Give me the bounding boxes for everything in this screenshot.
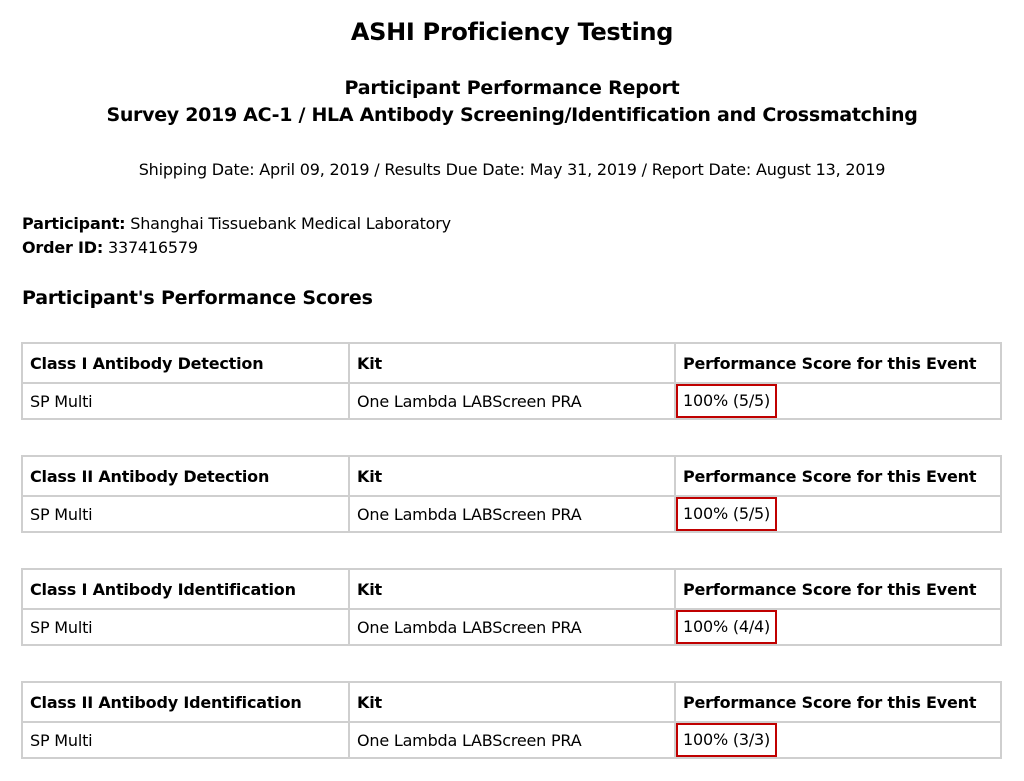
header-category: Class II Antibody Detection — [21, 455, 350, 497]
table-row: SP Multi One Lambda LABScreen PRA 100% (… — [21, 382, 1002, 420]
cell-method: SP Multi — [21, 608, 350, 646]
score-highlight: 100% (4/4) — [676, 610, 778, 644]
participant-name: Shanghai Tissuebank Medical Laboratory — [130, 214, 451, 233]
participant-label: Participant: — [22, 214, 126, 233]
score-table-class-i-detection: Class I Antibody Detection Kit Performan… — [21, 342, 1002, 420]
cell-method: SP Multi — [21, 721, 350, 759]
table-header-row: Class I Antibody Identification Kit Perf… — [21, 568, 1002, 610]
cell-kit: One Lambda LABScreen PRA — [348, 495, 676, 533]
scores-heading: Participant's Performance Scores — [22, 287, 373, 309]
table-header-row: Class II Antibody Detection Kit Performa… — [21, 455, 1002, 497]
score-highlight: 100% (5/5) — [676, 384, 778, 418]
header-category: Class II Antibody Identification — [21, 681, 350, 723]
cell-score: 100% (4/4) — [674, 608, 1002, 646]
table-header-row: Class II Antibody Identification Kit Per… — [21, 681, 1002, 723]
order-id-value: 337416579 — [107, 238, 198, 257]
table-row: SP Multi One Lambda LABScreen PRA 100% (… — [21, 495, 1002, 533]
participant-info: Participant: Shanghai Tissuebank Medical… — [22, 214, 451, 233]
header-score: Performance Score for this Event — [674, 342, 1002, 384]
cell-kit: One Lambda LABScreen PRA — [348, 608, 676, 646]
report-subtitle: Participant Performance Report — [344, 77, 680, 99]
table-header-row: Class I Antibody Detection Kit Performan… — [21, 342, 1002, 384]
cell-method: SP Multi — [21, 495, 350, 533]
score-table-class-ii-detection: Class II Antibody Detection Kit Performa… — [21, 455, 1002, 533]
cell-score: 100% (3/3) — [674, 721, 1002, 759]
header-kit: Kit — [348, 568, 676, 610]
score-table-class-ii-identification: Class II Antibody Identification Kit Per… — [21, 681, 1002, 759]
score-highlight: 100% (3/3) — [676, 723, 778, 757]
order-info: Order ID: 337416579 — [22, 238, 198, 257]
cell-method: SP Multi — [21, 382, 350, 420]
header-kit: Kit — [348, 455, 676, 497]
header-category: Class I Antibody Identification — [21, 568, 350, 610]
header-score: Performance Score for this Event — [674, 568, 1002, 610]
header-score: Performance Score for this Event — [674, 681, 1002, 723]
cell-score: 100% (5/5) — [674, 495, 1002, 533]
score-table-class-i-identification: Class I Antibody Identification Kit Perf… — [21, 568, 1002, 646]
cell-kit: One Lambda LABScreen PRA — [348, 382, 676, 420]
cell-score: 100% (5/5) — [674, 382, 1002, 420]
header-score: Performance Score for this Event — [674, 455, 1002, 497]
cell-kit: One Lambda LABScreen PRA — [348, 721, 676, 759]
header-kit: Kit — [348, 342, 676, 384]
table-row: SP Multi One Lambda LABScreen PRA 100% (… — [21, 608, 1002, 646]
survey-title: Survey 2019 AC-1 / HLA Antibody Screenin… — [106, 104, 918, 126]
header-category: Class I Antibody Detection — [21, 342, 350, 384]
dates-line: Shipping Date: April 09, 2019 / Results … — [138, 160, 886, 179]
order-id-label: Order ID: — [22, 238, 104, 257]
table-row: SP Multi One Lambda LABScreen PRA 100% (… — [21, 721, 1002, 759]
score-highlight: 100% (5/5) — [676, 497, 778, 531]
report-title: ASHI Proficiency Testing — [350, 18, 674, 46]
header-kit: Kit — [348, 681, 676, 723]
